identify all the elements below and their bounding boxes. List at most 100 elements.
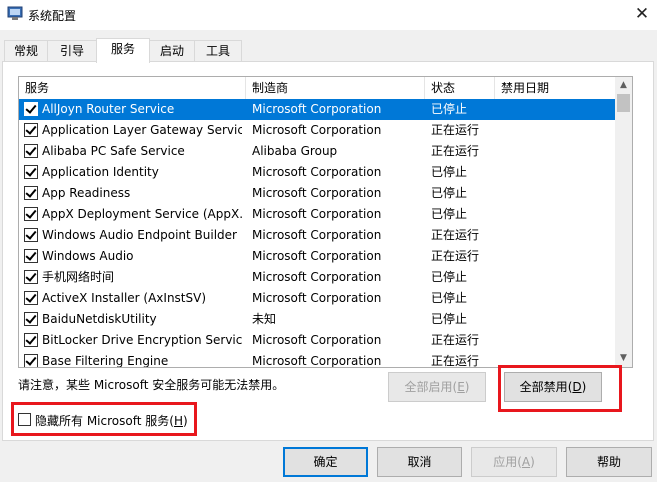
service-checkbox[interactable] — [24, 270, 38, 284]
service-name: Application Identity — [42, 165, 159, 179]
notice-text: 请注意，某些 Microsoft 安全服务可能无法禁用。 — [18, 378, 285, 392]
service-disabled-date — [501, 162, 611, 183]
service-status: 已停止 — [431, 186, 468, 200]
enable-all-button[interactable]: 全部启用(E) — [388, 372, 486, 402]
table-row[interactable]: 手机网络时间 Microsoft Corporation 已停止 — [19, 267, 615, 288]
vertical-scrollbar[interactable]: ▲ ▼ — [615, 77, 632, 367]
service-name: 手机网络时间 — [42, 270, 115, 284]
service-vendor: Microsoft Corporation — [252, 249, 382, 263]
table-row[interactable]: Windows Audio Endpoint Builder Microsoft … — [19, 225, 615, 246]
title-bar: 系统配置 ✕ — [0, 0, 657, 30]
table-row[interactable]: AppX Deployment Service (AppX... Microsof… — [19, 204, 615, 225]
service-name: App Readiness — [42, 186, 131, 200]
enable-all-key: E — [457, 380, 465, 394]
column-header-vendor[interactable]: 制造商 — [246, 77, 425, 99]
service-status: 已停止 — [431, 207, 468, 221]
scroll-up-icon[interactable]: ▲ — [615, 77, 632, 94]
service-checkbox[interactable] — [24, 186, 38, 200]
service-status: 已停止 — [431, 270, 468, 284]
apply-button[interactable]: 应用(A) — [471, 447, 557, 477]
service-checkbox[interactable] — [24, 165, 38, 179]
service-vendor: Microsoft Corporation — [252, 165, 382, 179]
service-disabled-date — [501, 141, 611, 162]
table-row[interactable]: BaiduNetdiskUtility 未知 已停止 — [19, 309, 615, 330]
service-checkbox[interactable] — [24, 312, 38, 326]
service-vendor: Microsoft Corporation — [252, 102, 382, 116]
scroll-thumb[interactable] — [617, 94, 630, 112]
service-disabled-date — [501, 267, 611, 288]
service-vendor: Microsoft Corporation — [252, 186, 382, 200]
column-header-service[interactable]: 服务 — [19, 77, 246, 99]
help-button[interactable]: 帮助 — [566, 447, 652, 477]
service-checkbox[interactable] — [24, 291, 38, 305]
service-status: 正在运行 — [431, 144, 480, 158]
service-name: Application Layer Gateway Service — [42, 123, 242, 137]
service-status: 正在运行 — [431, 354, 480, 368]
msconfig-icon — [7, 6, 23, 20]
table-row[interactable]: BitLocker Drive Encryption Service Micros… — [19, 330, 615, 351]
window-title: 系统配置 — [28, 9, 77, 23]
service-status: 正在运行 — [431, 333, 480, 347]
service-name: Alibaba PC Safe Service — [42, 144, 185, 158]
service-checkbox[interactable] — [24, 333, 38, 347]
tab-services[interactable]: 服务 — [96, 38, 150, 63]
service-checkbox[interactable] — [24, 354, 38, 367]
service-vendor: Microsoft Corporation — [252, 123, 382, 137]
service-vendor: Microsoft Corporation — [252, 270, 382, 284]
service-checkbox[interactable] — [24, 123, 38, 137]
ok-button[interactable]: 确定 — [283, 447, 368, 477]
cancel-button[interactable]: 取消 — [377, 447, 462, 477]
service-checkbox[interactable] — [24, 249, 38, 263]
service-disabled-date — [501, 120, 611, 141]
table-row[interactable]: Application Identity Microsoft Corporatio… — [19, 162, 615, 183]
tab-general[interactable]: 常规 — [4, 40, 48, 62]
service-name: Windows Audio Endpoint Builder — [42, 228, 237, 242]
close-icon[interactable]: ✕ — [630, 3, 654, 25]
service-disabled-date — [501, 204, 611, 225]
service-checkbox[interactable] — [24, 207, 38, 221]
table-row[interactable]: App Readiness Microsoft Corporation 已停止 — [19, 183, 615, 204]
service-status: 正在运行 — [431, 249, 480, 263]
service-disabled-date — [501, 225, 611, 246]
service-checkbox[interactable] — [24, 228, 38, 242]
service-status: 正在运行 — [431, 228, 480, 242]
service-disabled-date — [501, 309, 611, 330]
service-vendor: Microsoft Corporation — [252, 333, 382, 347]
service-name: Windows Audio — [42, 249, 134, 263]
service-disabled-date — [501, 330, 611, 351]
service-disabled-date — [501, 183, 611, 204]
column-header-status[interactable]: 状态 — [425, 77, 495, 99]
service-vendor: Microsoft Corporation — [252, 291, 382, 305]
service-disabled-date — [501, 99, 611, 120]
list-header: 服务 制造商 状态 禁用日期 — [19, 77, 615, 99]
service-name: BaiduNetdiskUtility — [42, 312, 157, 326]
service-vendor: Alibaba Group — [252, 144, 338, 158]
service-name: BitLocker Drive Encryption Service — [42, 333, 242, 347]
service-status: 已停止 — [431, 102, 468, 116]
tab-tools[interactable]: 工具 — [194, 40, 242, 62]
service-vendor: Microsoft Corporation — [252, 207, 382, 221]
apply-label: 应用 — [493, 455, 518, 469]
table-row[interactable]: ActiveX Installer (AxInstSV) Microsoft Co… — [19, 288, 615, 309]
table-row[interactable]: AllJoyn Router Service Microsoft Corporat… — [19, 99, 615, 120]
service-vendor: Microsoft Corporation — [252, 354, 382, 368]
table-row[interactable]: Alibaba PC Safe Service Alibaba Group 正在运行 — [19, 141, 615, 162]
table-row[interactable]: Application Layer Gateway Service Microso… — [19, 120, 615, 141]
service-status: 正在运行 — [431, 123, 480, 137]
service-status: 已停止 — [431, 312, 468, 326]
table-row[interactable]: Windows Audio Microsoft Corporation 正在运行 — [19, 246, 615, 267]
service-status: 已停止 — [431, 291, 468, 305]
service-name: Base Filtering Engine — [42, 354, 169, 368]
tab-strip: 常规 引导 服务 启动 工具 — [0, 38, 657, 63]
service-name: AppX Deployment Service (AppX... — [42, 207, 242, 221]
service-name: AllJoyn Router Service — [42, 102, 175, 116]
service-status: 已停止 — [431, 165, 468, 179]
service-checkbox[interactable] — [24, 144, 38, 158]
tab-startup[interactable]: 启动 — [149, 40, 195, 62]
tab-boot[interactable]: 引导 — [47, 40, 97, 62]
services-list[interactable]: 服务 制造商 状态 禁用日期 AllJoyn Router Service Mic… — [18, 76, 633, 368]
enable-all-label: 全部启用 — [404, 380, 453, 394]
service-vendor: 未知 — [252, 312, 277, 326]
service-checkbox[interactable] — [24, 102, 38, 116]
column-header-disabled-date[interactable]: 禁用日期 — [495, 77, 615, 99]
